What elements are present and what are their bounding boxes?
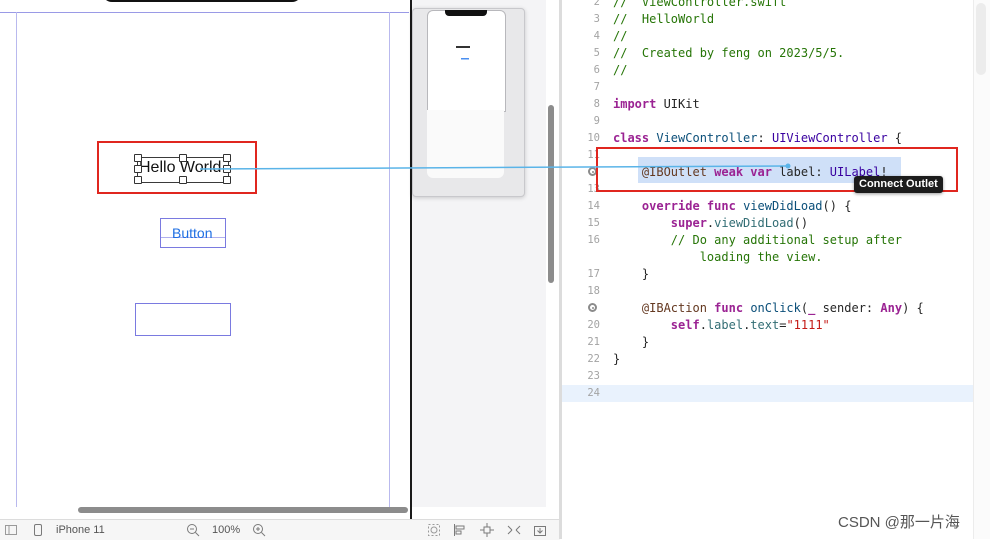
connection-endpoint xyxy=(785,163,791,169)
watermark: CSDN @那一片海 xyxy=(838,514,960,531)
connection-drag-line xyxy=(199,163,791,170)
connect-outlet-tooltip: Connect Outlet xyxy=(854,176,943,193)
connection-line xyxy=(199,165,789,170)
